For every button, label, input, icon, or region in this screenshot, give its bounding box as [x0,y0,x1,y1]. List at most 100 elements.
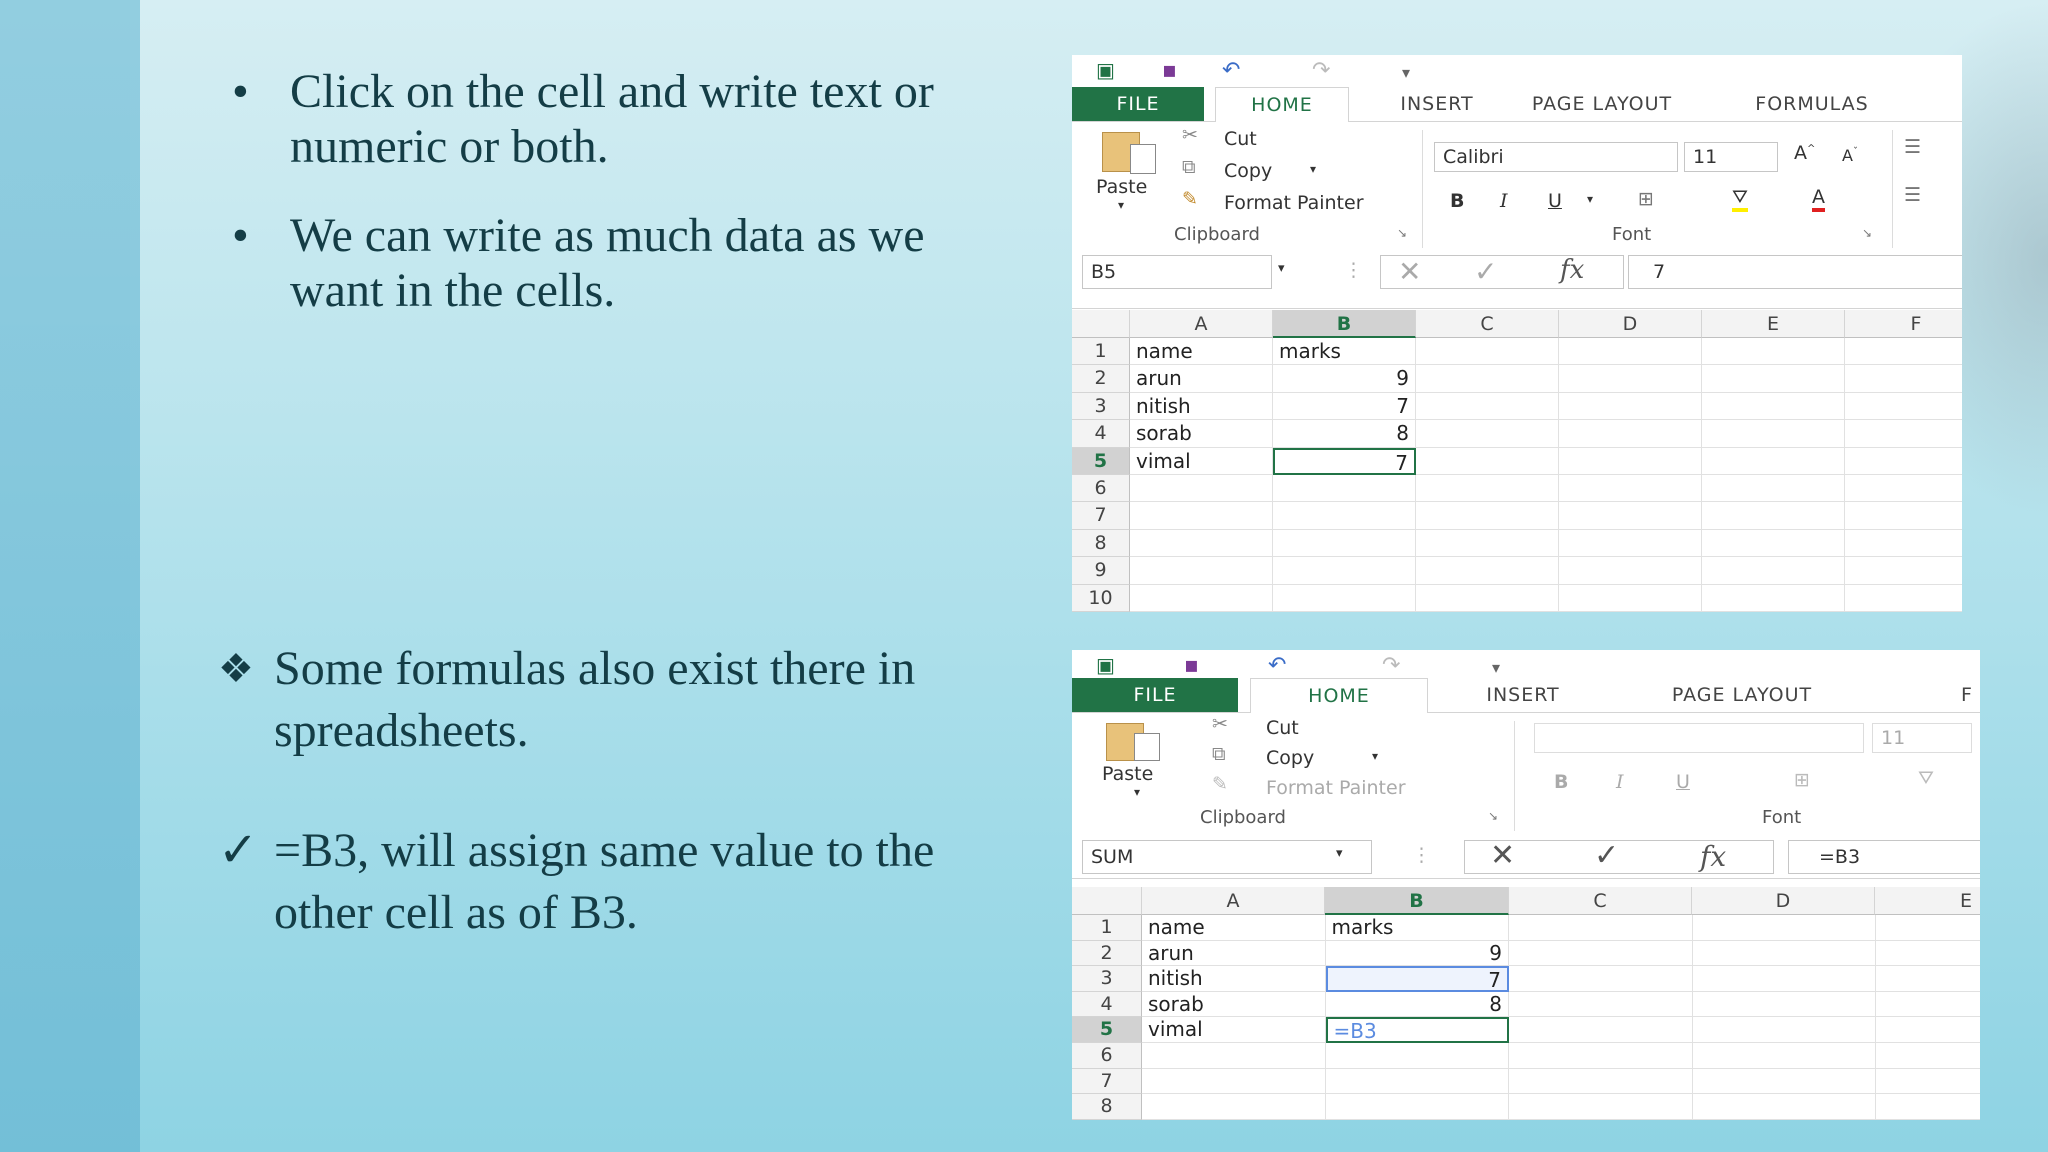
cell[interactable] [1325,1094,1509,1120]
enter-icon[interactable]: ✓ [1594,838,1619,873]
save-icon[interactable]: ▪ [1162,58,1177,83]
cell[interactable] [1845,502,1962,530]
underline-button[interactable]: U [1676,771,1690,793]
cell[interactable] [1509,1017,1693,1043]
column-header-a[interactable]: A [1142,887,1325,915]
cell[interactable]: sorab [1130,420,1273,448]
italic-button[interactable]: I [1616,771,1624,793]
row-header[interactable]: 5 [1072,447,1130,475]
tab-home[interactable]: HOME [1215,87,1349,122]
cancel-icon[interactable]: ✕ [1398,255,1421,288]
tab-formulas[interactable]: FORMULAS [1722,87,1902,121]
select-all-corner[interactable] [1072,310,1130,338]
column-header-c[interactable]: C [1416,310,1559,338]
cell[interactable] [1876,1094,1980,1120]
cell[interactable]: arun [1130,365,1273,393]
cell[interactable] [1702,584,1845,612]
cell[interactable] [1509,991,1693,1018]
customize-icon[interactable]: ▾ [1402,63,1410,82]
cell[interactable] [1559,584,1702,612]
select-all-corner[interactable] [1072,887,1142,915]
tab-page-layout[interactable]: PAGE LAYOUT [1632,678,1852,712]
cell[interactable] [1559,392,1702,421]
font-color-icon[interactable]: A [1812,186,1825,212]
redo-icon[interactable]: ↷ [1312,58,1330,83]
cell[interactable] [1559,557,1702,585]
undo-icon[interactable]: ↶ [1268,653,1286,678]
tab-insert[interactable]: INSERT [1372,87,1502,121]
cell[interactable]: 7 [1325,966,1509,992]
clipboard-launcher-icon[interactable]: ↘ [1488,809,1498,823]
underline-dropdown-icon[interactable]: ▾ [1587,192,1593,206]
cell[interactable] [1559,502,1702,530]
cell[interactable] [1845,557,1962,585]
cell[interactable] [1509,1068,1693,1095]
row-header[interactable]: 4 [1072,991,1142,1018]
row-header[interactable]: 10 [1072,584,1130,612]
cell[interactable]: arun [1142,940,1326,967]
cell[interactable]: 9 [1325,940,1509,967]
cell[interactable] [1702,392,1845,421]
column-header-d[interactable]: D [1559,310,1702,338]
cell[interactable] [1845,393,1962,421]
name-box-dropdown-icon[interactable]: ▾ [1336,846,1343,861]
borders-icon[interactable]: ⊞ [1794,769,1810,791]
cell[interactable] [1559,420,1702,448]
cell[interactable] [1509,940,1693,967]
cell[interactable]: nitish [1142,966,1326,992]
cell[interactable]: marks [1273,338,1416,366]
fill-color-icon[interactable]: ⛛ [1732,186,1748,212]
cut-button[interactable]: Cut [1266,717,1299,739]
cell[interactable] [1130,584,1273,612]
cell[interactable] [1876,992,1980,1018]
cell[interactable] [1702,475,1845,503]
align-left-icon[interactable]: ☰ [1904,184,1921,206]
cell[interactable] [1692,966,1876,992]
italic-button[interactable]: I [1500,190,1508,212]
tab-home[interactable]: HOME [1250,678,1428,713]
column-header-b[interactable]: B [1325,887,1509,915]
column-header-e[interactable]: E [1702,310,1845,338]
row-header[interactable]: 9 [1072,557,1130,585]
cell[interactable]: nitish [1130,392,1273,421]
column-header-c[interactable]: C [1509,887,1692,915]
cancel-icon[interactable]: ✕ [1490,838,1515,873]
cell[interactable] [1702,557,1845,585]
grow-font-icon[interactable]: A^ [1794,142,1815,164]
font-size-select[interactable]: 11 [1872,723,1972,753]
copy-dropdown-icon[interactable]: ▾ [1310,162,1316,176]
cell[interactable] [1876,1069,1980,1095]
cell[interactable] [1692,1017,1876,1043]
column-header-a[interactable]: A [1130,310,1273,338]
cut-button[interactable]: Cut [1224,128,1257,150]
cell[interactable] [1416,365,1559,393]
copy-dropdown-icon[interactable]: ▾ [1372,749,1378,763]
cell[interactable] [1130,502,1273,530]
row-header[interactable]: 6 [1072,475,1130,503]
row-header[interactable]: 1 [1072,915,1142,941]
cell[interactable] [1559,529,1702,558]
cell[interactable] [1692,940,1876,967]
column-header-d[interactable]: D [1692,887,1875,915]
cell[interactable]: name [1142,915,1326,941]
cell[interactable] [1130,475,1273,503]
row-header[interactable]: 1 [1072,338,1130,366]
formula-input[interactable]: =B3 [1788,840,1980,874]
cell[interactable] [1702,529,1845,558]
cell[interactable] [1273,557,1416,585]
cell[interactable] [1559,338,1702,366]
cell[interactable] [1845,475,1962,503]
name-box[interactable]: SUM [1082,840,1372,874]
formula-input[interactable]: 7 [1628,255,1962,289]
tab-file[interactable]: FILE [1072,87,1204,121]
cell[interactable] [1692,915,1876,941]
cell[interactable] [1325,1043,1509,1069]
name-box[interactable]: B5 [1082,255,1272,289]
cell[interactable] [1845,420,1962,448]
paste-dropdown-icon[interactable]: ▾ [1134,785,1140,799]
tab-file[interactable]: FILE [1072,678,1238,712]
cell[interactable]: vimal [1142,1017,1326,1043]
font-name-select[interactable]: Calibri [1434,142,1678,172]
cell[interactable]: 8 [1273,420,1416,448]
cell[interactable]: 7 [1273,447,1416,475]
